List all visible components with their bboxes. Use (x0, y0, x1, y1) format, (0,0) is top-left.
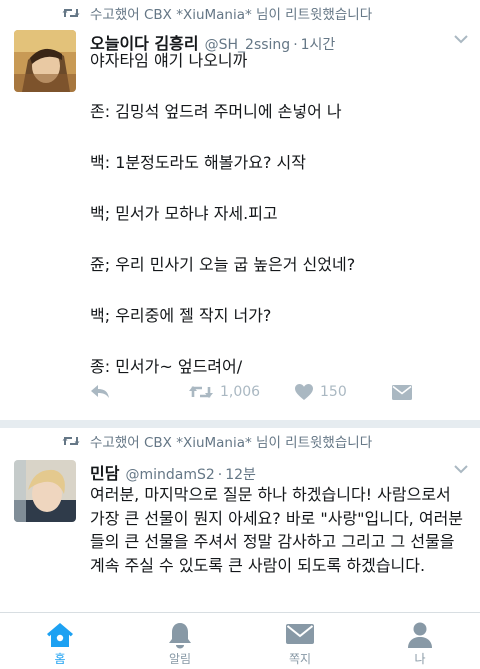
tweet-line: 종: 민서가~ 엎드려어/ (90, 357, 243, 376)
avatar-photo-icon (14, 30, 76, 92)
retweet-icon (62, 9, 80, 17)
reply-icon (91, 385, 109, 398)
retweet-icon (189, 386, 213, 398)
envelope-icon (392, 384, 412, 400)
separator: · (217, 467, 223, 483)
retweet-count: 1,006 (220, 384, 261, 400)
tweet-line: 백; 믿서가 모하냐 자세.피고 (90, 204, 278, 223)
envelope-icon (286, 624, 314, 644)
person-icon (408, 622, 432, 648)
chevron-down-icon[interactable] (454, 34, 468, 44)
user-handle[interactable]: @mindamS2 (125, 467, 214, 483)
avatar[interactable] (14, 30, 76, 92)
avatar-photo-icon (14, 460, 76, 522)
direct-message-button[interactable] (392, 384, 412, 400)
tweet-line: 백: 1분정도라도 해볼가요? 시작 (90, 153, 306, 172)
bottom-tab-bar: 홈 알림 쪽지 나 (0, 612, 480, 669)
retweet-notice-text: 수고했어 CBX *XiuMania* 님이 리트윗했습니다 (90, 435, 373, 451)
tweet-line: 백; 우리중에 젤 작지 너가? (90, 306, 272, 325)
tab-notifications-label: 알림 (168, 652, 192, 666)
tweet-header: 민담 @mindamS2 · 12분 (90, 460, 468, 484)
user-name[interactable]: 민담 (90, 460, 119, 484)
chevron-down-icon[interactable] (454, 464, 468, 474)
tweet-time[interactable]: 12분 (225, 464, 256, 484)
retweet-button[interactable]: 1,006 (188, 383, 294, 401)
bell-icon (169, 623, 191, 649)
home-icon (47, 623, 73, 647)
tweet-line: 존: 김밍석 엎드려 주머니에 손넣어 나 (90, 102, 342, 121)
tab-home-label: 홈 (54, 652, 66, 666)
tweet-line: 야자타임 얘기 나오니까 (90, 51, 248, 70)
timeline-divider (0, 420, 480, 428)
tweet-card[interactable]: 수고했어 CBX *XiuMania* 님이 리트윗했습니다 오늘이다 김흥리 … (0, 0, 480, 420)
tab-me[interactable]: 나 (360, 613, 480, 669)
tweet-text: 여러분, 마지막으로 질문 하나 하겠습니다! 사람으로서 가장 큰 선물이 뭔… (90, 485, 464, 575)
tab-notifications[interactable]: 알림 (120, 613, 240, 669)
retweet-notice: 수고했어 CBX *XiuMania* 님이 리트윗했습니다 (62, 430, 372, 452)
tab-me-label: 나 (414, 652, 426, 666)
tweet-line: 쥰; 우리 민사기 오늘 굽 높은거 신었네? (90, 255, 356, 274)
avatar[interactable] (14, 460, 76, 522)
tab-home[interactable]: 홈 (0, 613, 120, 669)
heart-icon (295, 384, 313, 400)
tab-messages[interactable]: 쪽지 (240, 613, 360, 669)
retweet-notice: 수고했어 CBX *XiuMania* 님이 리트윗했습니다 (62, 2, 372, 24)
retweet-notice-text: 수고했어 CBX *XiuMania* 님이 리트윗했습니다 (90, 7, 373, 23)
tab-messages-label: 쪽지 (288, 652, 312, 666)
reply-button[interactable] (90, 384, 188, 400)
retweet-icon (62, 437, 80, 445)
tweet-card[interactable]: 수고했어 CBX *XiuMania* 님이 리트윗했습니다 민담 @minda… (0, 428, 480, 612)
like-button[interactable]: 150 (294, 383, 392, 401)
like-count: 150 (320, 384, 347, 400)
tweet-text: 야자타임 얘기 나오니까 존: 김밍석 엎드려 주머니에 손넣어 나 백: 1분… (90, 50, 466, 378)
tweet-actions: 1,006 150 (90, 383, 412, 401)
